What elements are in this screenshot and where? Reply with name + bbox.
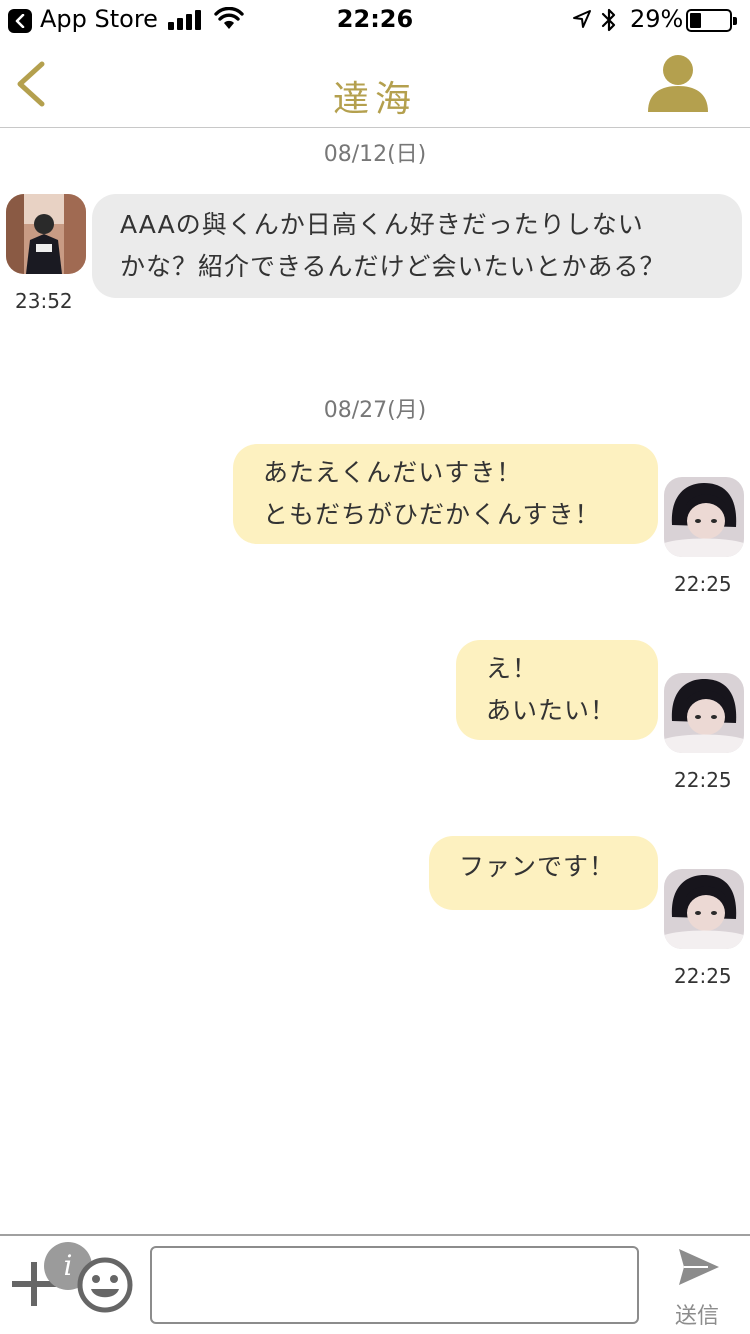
my-avatar[interactable] xyxy=(664,673,744,753)
send-label: 送信 xyxy=(674,1304,719,1329)
received-message: AAAの與くんか日高くん好きだったりしない かな？紹介できるんだけど会いたいとか… xyxy=(92,194,742,298)
sent-message: え！ あいたい！ xyxy=(456,640,658,740)
bluetooth-icon xyxy=(601,8,616,32)
date-separator: 08/12(日) xyxy=(323,142,427,167)
nav-bar: 達海 xyxy=(0,40,750,128)
status-bar: App Store 22:26 29% xyxy=(0,0,750,40)
message-time: 22:25 xyxy=(674,572,732,596)
my-avatar[interactable] xyxy=(664,869,744,949)
message-time: 23:52 xyxy=(15,289,73,313)
person-icon[interactable] xyxy=(646,50,710,114)
message-input[interactable] xyxy=(150,1246,639,1324)
message-time: 22:25 xyxy=(674,768,732,792)
my-avatar[interactable] xyxy=(664,477,744,557)
composer-bar: i 送信 xyxy=(0,1234,750,1334)
chat-partner-name: 達海 xyxy=(332,79,417,120)
location-arrow-icon xyxy=(573,10,591,28)
message-time: 22:25 xyxy=(674,964,732,988)
partner-avatar[interactable] xyxy=(6,194,86,274)
send-button[interactable]: 送信 xyxy=(664,1248,730,1334)
battery-percent: 29% xyxy=(630,5,684,33)
paper-plane-icon xyxy=(679,1249,719,1285)
date-separator: 08/27(月) xyxy=(323,398,427,423)
smiley-icon[interactable] xyxy=(76,1256,134,1314)
battery-icon xyxy=(686,9,737,32)
sent-message: あたえくんだいすき！ ともだちがひだかくんすき！ xyxy=(233,444,658,544)
battery-level xyxy=(690,13,701,28)
sent-message: ファンです！ xyxy=(429,836,658,910)
